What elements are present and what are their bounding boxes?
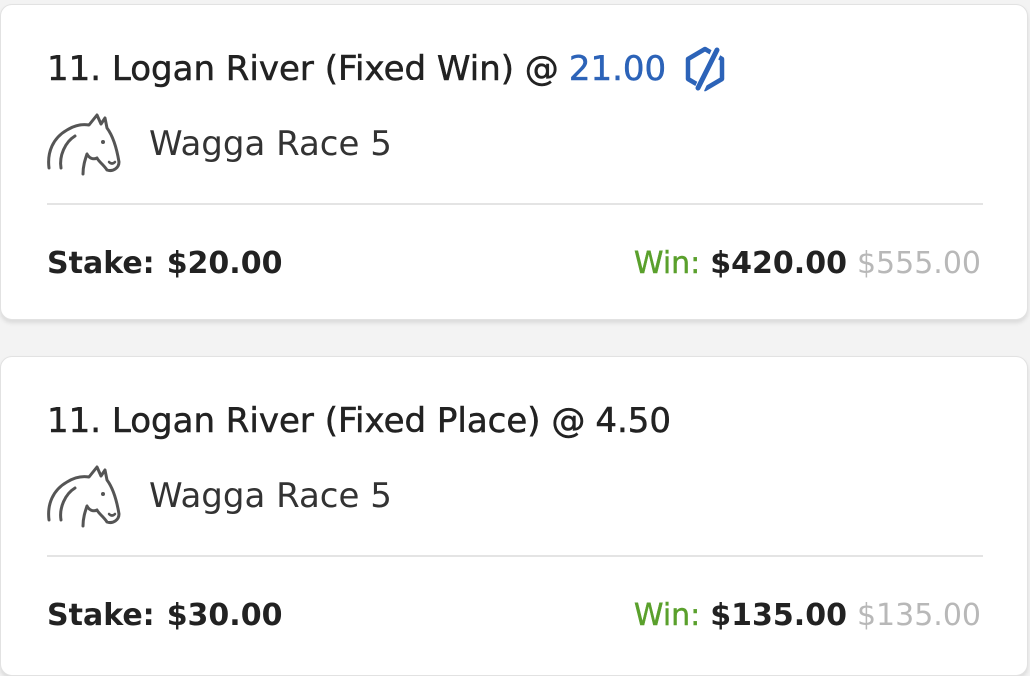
race-name: Wagga Race 5: [149, 476, 392, 516]
horse-head-icon: [45, 112, 121, 176]
stake-label: Stake:: [47, 245, 155, 281]
win-label: Win:: [633, 597, 701, 633]
win-info: Win: $420.00 $555.00: [634, 237, 981, 289]
odds-value: 4.50: [595, 401, 672, 442]
stake-info: Stake: $30.00: [47, 589, 282, 641]
odds-value: 21.00: [568, 49, 667, 90]
selection-label: 11. Logan River (Fixed Win) @: [47, 49, 559, 90]
selection-label: 11. Logan River (Fixed Place) @: [47, 401, 586, 442]
horse-head-icon: [45, 464, 121, 528]
win-original-value: $135.00: [856, 597, 981, 633]
bet-card[interactable]: 11. Logan River (Fixed Place) @ 4.50 Wag…: [0, 356, 1028, 676]
stake-value: $20.00: [166, 245, 283, 281]
bet-title: 11. Logan River (Fixed Win) @ 21.00: [47, 43, 726, 95]
win-original-value: $555.00: [856, 245, 981, 281]
bet-title: 11. Logan River (Fixed Place) @ 4.50: [47, 395, 672, 447]
win-info: Win: $135.00 $135.00: [634, 589, 981, 641]
win-value: $420.00: [710, 245, 847, 281]
stake-value: $30.00: [166, 597, 283, 633]
race-name: Wagga Race 5: [149, 124, 392, 164]
boost-bolt-icon: [684, 43, 726, 95]
race-info: Wagga Race 5: [45, 109, 392, 179]
stake-label: Stake:: [47, 597, 155, 633]
win-label: Win:: [633, 245, 701, 281]
race-info: Wagga Race 5: [45, 461, 392, 531]
divider: [47, 555, 983, 557]
divider: [47, 203, 983, 205]
win-value: $135.00: [710, 597, 847, 633]
bet-card[interactable]: 11. Logan River (Fixed Win) @ 21.00 Wagg…: [0, 4, 1028, 320]
stake-info: Stake: $20.00: [47, 237, 282, 289]
